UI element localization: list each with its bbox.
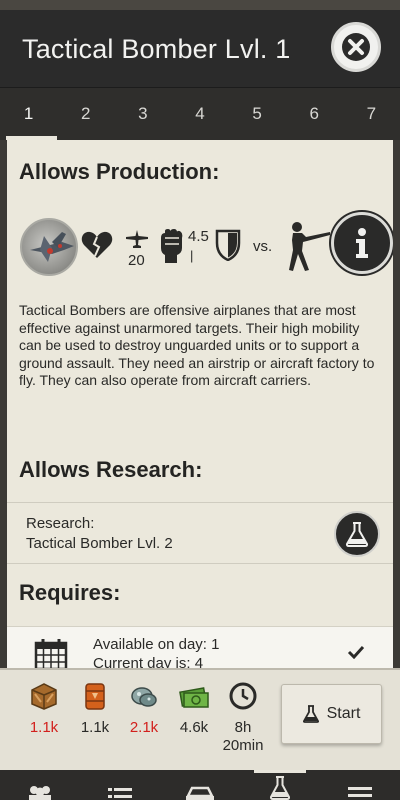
research-flask-icon [269,776,291,800]
research-row[interactable]: Research: Tactical Bomber Lvl. 2 [7,502,393,564]
bottom-navigation [0,770,400,800]
details-panel[interactable]: Allows Production: 20 4.5 | vs. Tactical… [7,140,393,668]
dialog-title: Tactical Bomber Lvl. 1 [22,34,291,64]
versus-label: vs. [253,238,273,255]
build-time-hours: 8h [234,719,252,736]
checkmark-icon [347,645,365,659]
close-button[interactable] [331,22,381,72]
tab-level-6[interactable]: 6 [286,88,343,140]
research-name: Tactical Bomber Lvl. 2 [26,535,173,552]
infantry-soldier-icon [289,222,330,271]
rare-materials-cost: 2.1k [122,682,166,736]
speed-value: 20 [128,252,145,269]
available-day-text: Available on day: 1 [93,636,220,653]
calendar-icon [34,639,68,668]
requirement-row: Available on day: 1 Current day is: 4 [7,626,393,668]
tab-level-4[interactable]: 4 [171,88,228,140]
tab-level-7[interactable]: 7 [343,88,400,140]
tab-level-5[interactable]: 5 [229,88,286,140]
background-game-strip [0,0,400,10]
info-icon [356,228,368,258]
dialog-header: Tactical Bomber Lvl. 1 [0,10,400,88]
current-day-text: Current day is: 4 [93,655,204,668]
unit-description: Tactical Bombers are offensive airplanes… [19,302,375,389]
nav-research[interactable] [240,770,320,800]
rare-materials-icon [131,687,157,707]
tactical-bomber-thumbnail[interactable] [20,218,78,276]
level-tabs: 1 2 3 4 5 6 7 [0,88,400,140]
close-icon [342,33,370,61]
crate-supplies-icon [31,683,57,710]
clock-icon [229,682,257,710]
start-research-button[interactable]: Start [281,684,382,744]
fuel-cost: 1.1k [73,682,117,736]
flask-icon [345,522,369,547]
supplies-cost-value: 1.1k [29,719,59,736]
requires-heading: Requires: [19,580,121,605]
money-cost-value: 4.6k [179,719,209,736]
build-time-minutes: 20min [222,737,264,754]
nav-vehicles[interactable] [160,770,240,800]
people-icon [29,786,51,800]
build-time: 8h 20min [221,682,265,754]
attack-fist-icon [161,229,183,263]
attack-sub-value: | [190,248,194,263]
production-heading: Allows Production: [19,159,220,184]
menu-icon [348,787,372,797]
start-button-label: Start [326,705,361,722]
tab-level-1[interactable]: 1 [0,88,58,140]
info-button[interactable] [331,212,393,274]
research-heading: Allows Research: [19,457,203,482]
supplies-cost: 1.1k [22,682,66,736]
list-icon [108,788,132,798]
research-flask-button[interactable] [334,511,380,557]
money-cost: 4.6k [172,682,216,736]
nav-menu[interactable] [320,770,400,800]
vehicle-icon [186,786,214,800]
money-icon [179,687,209,708]
fuel-barrel-icon [85,683,105,710]
attack-value: 4.5 [188,228,209,245]
cost-bar: 1.1k 1.1k 2.1k 4.6k 8h 20min Start [0,668,400,770]
research-label: Research: [26,515,95,532]
broken-heart-icon [81,231,113,258]
rare-materials-cost-value: 2.1k [129,719,159,736]
unit-stats-row: 20 4.5 | vs. [7,212,393,282]
tab-level-3[interactable]: 3 [114,88,171,140]
flask-icon [302,705,319,723]
shield-icon [215,229,241,261]
tab-level-2[interactable]: 2 [57,88,114,140]
nav-list[interactable] [80,770,160,800]
nav-people[interactable] [0,770,80,800]
fuel-cost-value: 1.1k [80,719,110,736]
airplane-speed-icon [126,230,148,248]
